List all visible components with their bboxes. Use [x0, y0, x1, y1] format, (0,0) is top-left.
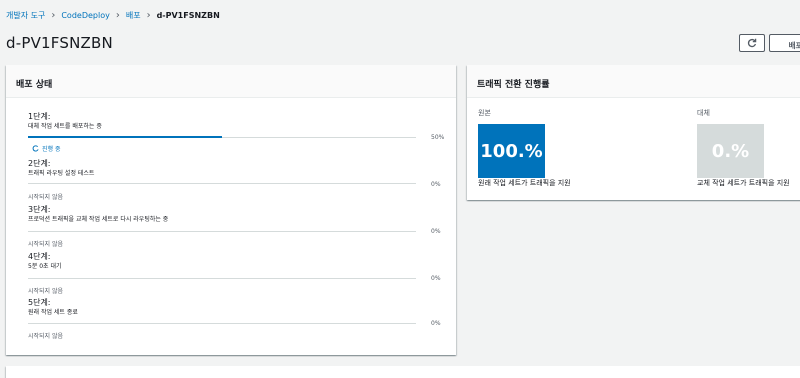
step-status-label: 진행 중: [42, 146, 61, 153]
step-4: 4단계: 5분 0초 대기 0% 시작되지 않음: [28, 252, 448, 295]
step-progress-fill: [28, 136, 222, 138]
chevron-right-icon: ›: [115, 9, 120, 21]
original-traffic-caption: 원래 작업 세트가 트래픽을 지원: [478, 179, 571, 187]
refresh-icon: [747, 38, 757, 48]
replacement-traffic-value: 0.%: [711, 140, 750, 162]
step-description: 5분 0초 대기: [28, 263, 62, 270]
deployment-status-header: 배포 상태: [6, 65, 456, 98]
step-status: 진행 중: [32, 144, 60, 153]
step-status: 시작되지 않음: [28, 241, 64, 248]
lower-panel: [6, 366, 800, 378]
step-1: 1단계: 대체 작업 세트를 배포하는 중 50% 진행 중: [28, 112, 448, 153]
step-5: 5단계: 원래 작업 세트 종료 0% 시작되지 않음: [28, 298, 448, 340]
step-description: 프로덕션 트래픽을 교체 작업 세트로 다시 라우팅하는 중: [28, 216, 169, 223]
step-percent: 0%: [431, 275, 441, 282]
step-percent: 0%: [431, 320, 441, 327]
page-title: d-PV1FSNZBN: [6, 34, 113, 52]
traffic-shift-header: 트래픽 전환 진행률: [467, 65, 800, 98]
chevron-right-icon: ›: [146, 9, 151, 21]
step-title: 1단계:: [28, 112, 51, 121]
step-status: 시작되지 않음: [28, 333, 64, 340]
step-progress-track: [28, 323, 416, 324]
replacement-label: 대체: [697, 109, 710, 117]
step-progress-track: [28, 278, 416, 279]
stop-deployment-button[interactable]: 배포 중지: [769, 34, 800, 52]
original-traffic-box: 100.%: [478, 124, 545, 178]
step-title: 4단계:: [28, 252, 51, 261]
refresh-button[interactable]: [739, 34, 765, 52]
step-percent: 0%: [431, 228, 441, 235]
step-3: 3단계: 프로덕션 트래픽을 교체 작업 세트로 다시 라우팅하는 중 0% 시…: [28, 205, 448, 248]
breadcrumb-deployments[interactable]: 배포: [126, 10, 141, 21]
spinner-icon: [32, 145, 39, 152]
step-title: 3단계:: [28, 205, 51, 214]
step-2: 2단계: 트래픽 라우팅 설정 테스트 0% 시작되지 않음: [28, 159, 448, 201]
deployment-status-panel: 배포 상태 1단계: 대체 작업 세트를 배포하는 중 50% 진행 중 2단계…: [6, 65, 456, 355]
replacement-traffic-caption: 교체 작업 세트가 트래픽을 지원: [697, 179, 790, 187]
step-progress-track: [28, 183, 416, 184]
step-description: 원래 작업 세트 종료: [28, 309, 78, 316]
step-title: 5단계:: [28, 298, 51, 307]
replacement-traffic-box: 0.%: [697, 124, 764, 178]
breadcrumb-current: d-PV1FSNZBN: [156, 11, 220, 20]
step-percent: 0%: [431, 181, 441, 188]
breadcrumb-codedeploy[interactable]: CodeDeploy: [61, 11, 110, 20]
step-description: 트래픽 라우팅 설정 테스트: [28, 170, 95, 177]
traffic-shift-panel: 트래픽 전환 진행률 원본 100.% 원래 작업 세트가 트래픽을 지원 대체…: [467, 65, 800, 200]
step-progress-track: [28, 231, 416, 232]
chevron-right-icon: ›: [51, 9, 56, 21]
step-description: 대체 작업 세트를 배포하는 중: [28, 123, 102, 130]
step-progress-track: [28, 136, 416, 138]
step-status: 시작되지 않음: [28, 194, 64, 201]
breadcrumb-developer-tools[interactable]: 개발자 도구: [6, 10, 45, 21]
original-label: 원본: [478, 109, 491, 117]
breadcrumb: 개발자 도구 › CodeDeploy › 배포 › d-PV1FSNZBN: [6, 10, 220, 21]
step-percent: 50%: [431, 134, 445, 141]
original-traffic-value: 100.%: [480, 140, 543, 162]
step-title: 2단계:: [28, 159, 51, 168]
step-status: 시작되지 않음: [28, 288, 64, 295]
